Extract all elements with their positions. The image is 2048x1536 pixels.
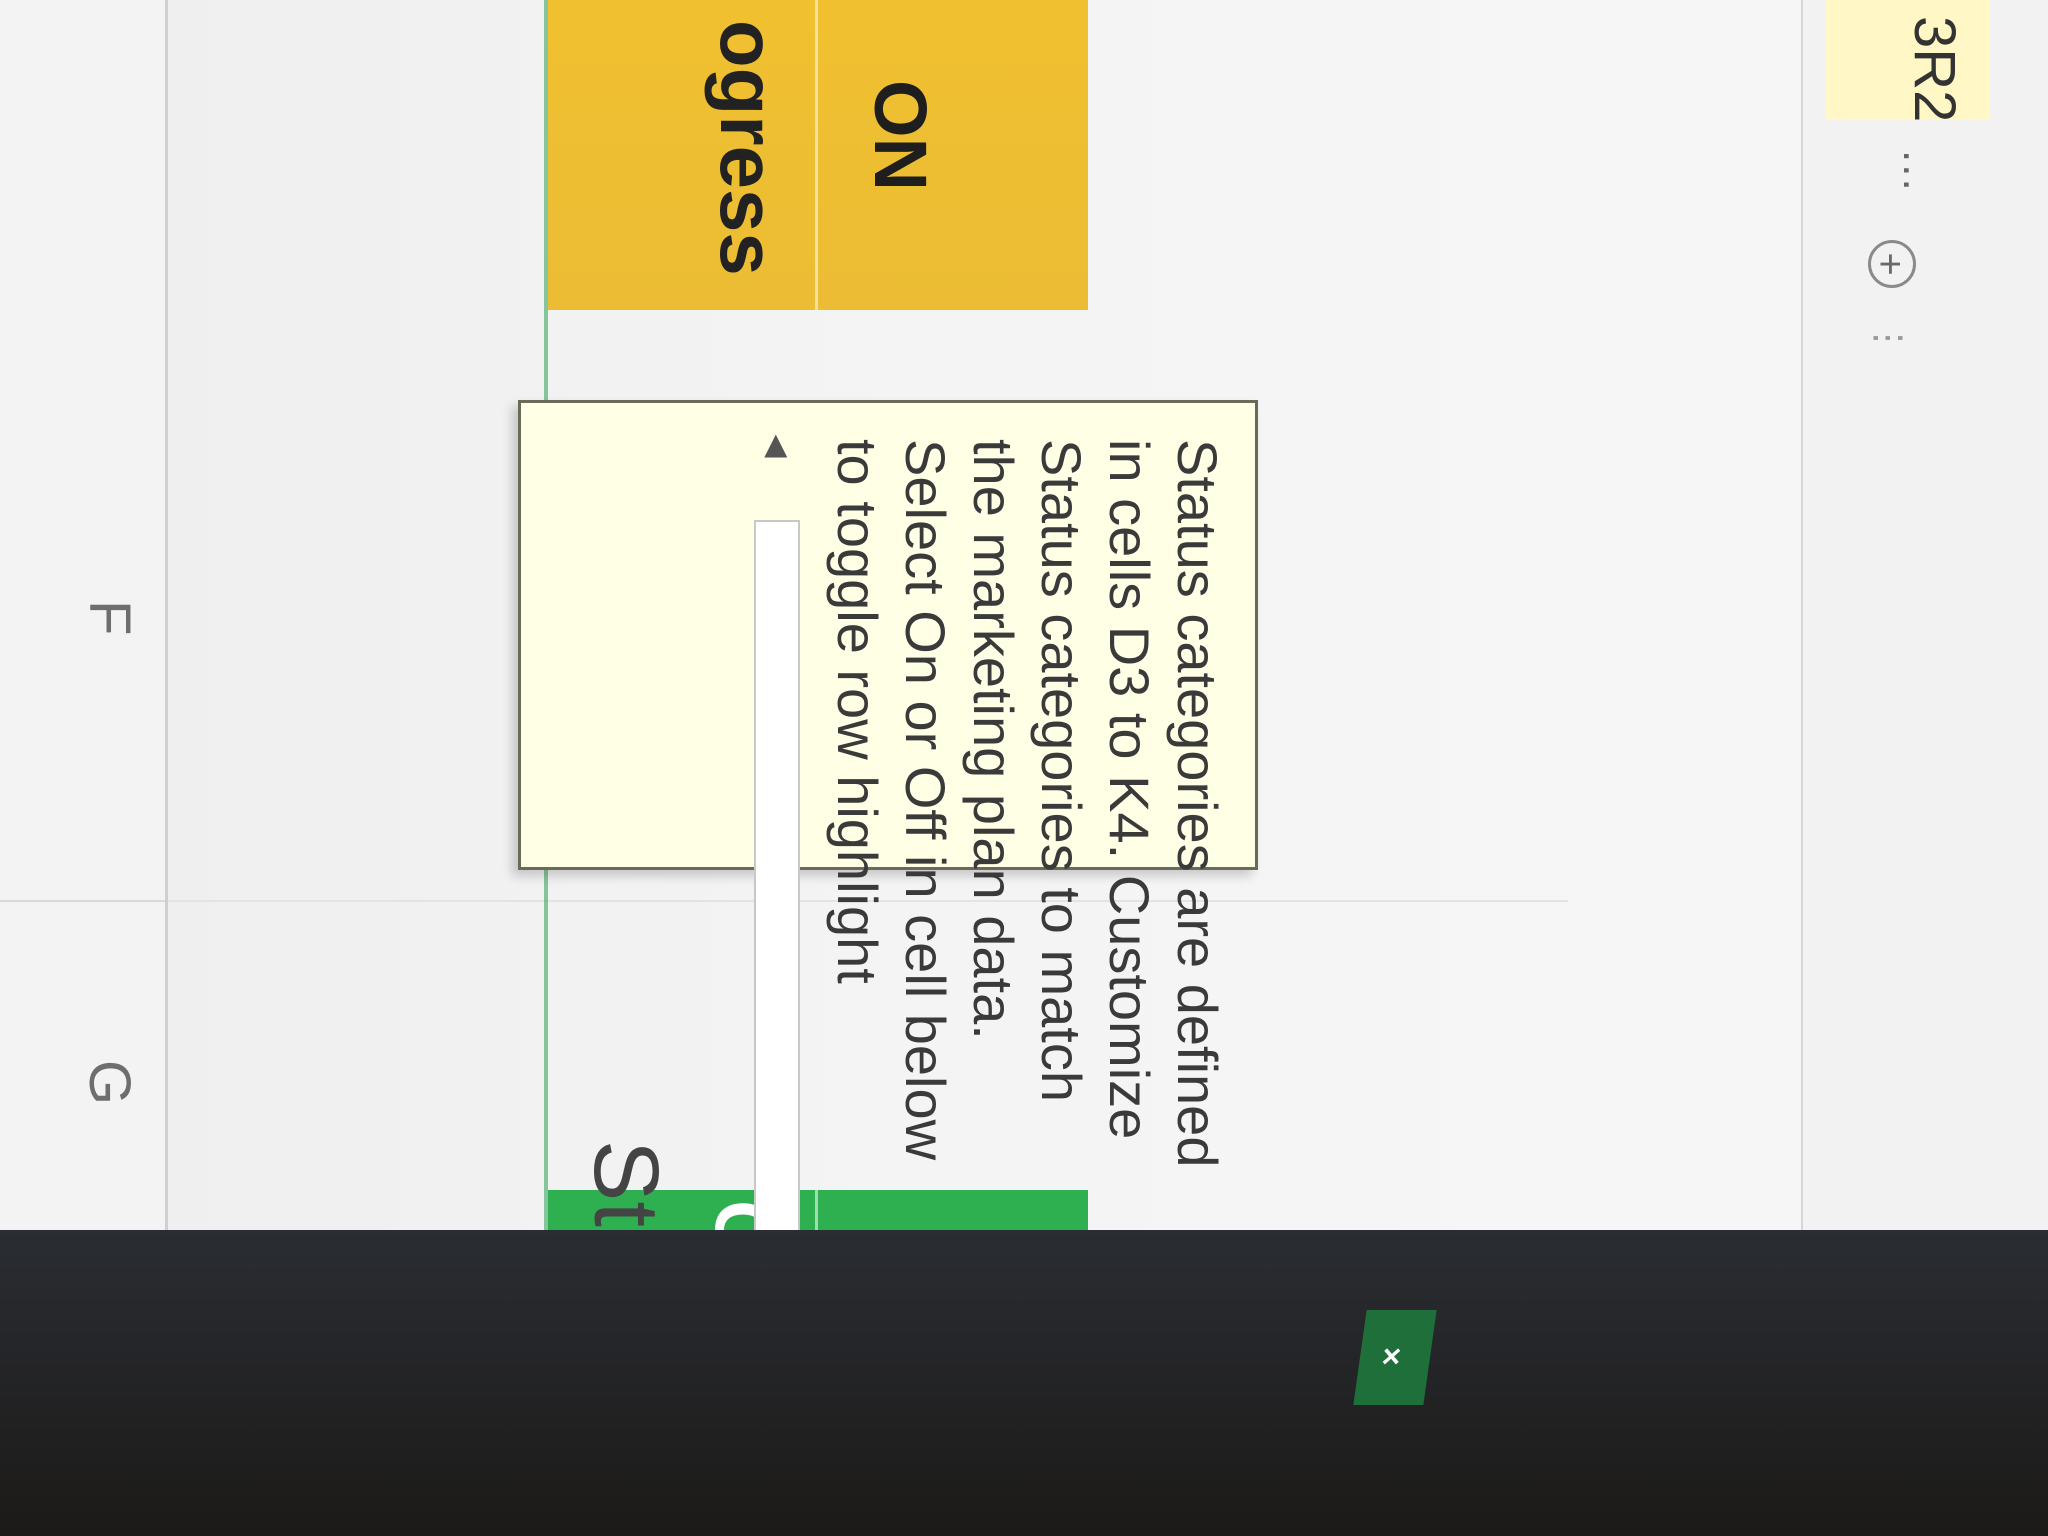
excel-x-glyph: × [1379, 1338, 1404, 1374]
column-header-g[interactable]: G [76, 1060, 143, 1105]
in-progress-status-cells[interactable] [548, 0, 1088, 310]
column-divider [0, 900, 165, 902]
tooltip-line: in cells D3 to K4. Customize [1098, 439, 1161, 1140]
tooltip-line: Status categories are defined [1166, 439, 1229, 1168]
column-header-row [0, 0, 168, 1536]
plus-icon: + [1868, 252, 1912, 276]
sheet-tabs-bar [1801, 0, 2048, 1536]
cell-divider [815, 0, 818, 310]
in-progress-toggle-value[interactable]: ON [858, 80, 943, 191]
cell-comment-tooltip: Status categories are defined in cells D… [518, 400, 1258, 1168]
tooltip-line: the marketing plan data. [962, 439, 1025, 1040]
tooltip-line: Status categories to match [1030, 439, 1093, 1103]
in-progress-heading: ogress [704, 20, 792, 276]
sheet-tab-label[interactable]: 3R2 [1901, 16, 1968, 122]
complete-toggle-value[interactable]: ON [858, 1310, 943, 1421]
status-section-title: Status Co [575, 1140, 677, 1536]
tooltip-line: to toggle row highlight [826, 439, 889, 984]
tooltip-line: Select On or Off in cell below [894, 439, 957, 1161]
excel-taskbar-icon[interactable]: × [1353, 1310, 1437, 1405]
tab-splitter-handle[interactable]: ⋮ [1868, 320, 1910, 360]
scroll-left-arrow-icon[interactable]: ◀ [754, 425, 800, 467]
horizontal-scrollbar[interactable] [754, 520, 800, 1536]
normal-view-grid-icon[interactable] [1841, 1295, 1893, 1347]
column-header-f[interactable]: F [76, 600, 143, 635]
add-sheet-button[interactable]: + [1868, 240, 1916, 288]
column-divider [0, 1370, 165, 1372]
cell-divider [815, 1190, 818, 1536]
rotated-screen: F G ogress ON Complete ON Status Co Stat… [0, 0, 2048, 1536]
more-sheets-button[interactable]: ... [1893, 150, 1943, 193]
